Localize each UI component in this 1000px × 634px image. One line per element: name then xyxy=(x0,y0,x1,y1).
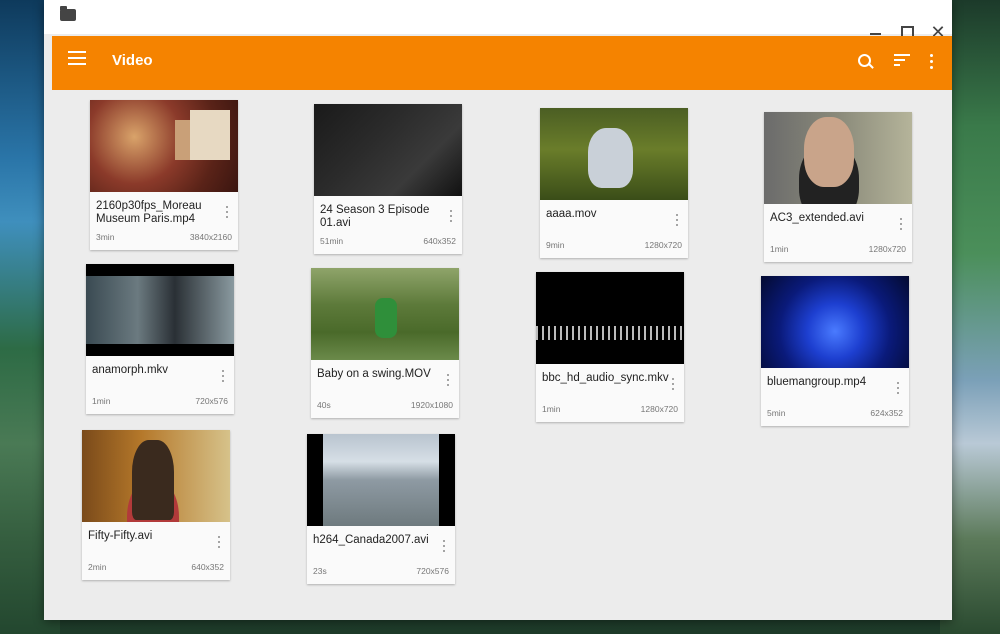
video-resolution: 1280x720 xyxy=(868,244,906,254)
page-title: Video xyxy=(112,52,153,69)
video-options-icon[interactable] xyxy=(218,536,222,550)
video-card[interactable]: bbc_hd_audio_sync.mkv 1min 1280x720 xyxy=(536,272,684,422)
video-card[interactable]: aaaa.mov 9min 1280x720 xyxy=(540,108,688,258)
video-thumbnail xyxy=(540,108,688,200)
video-card[interactable]: 24 Season 3 Episode 01.avi 51min 640x352 xyxy=(314,104,462,254)
video-duration: 1min xyxy=(92,396,111,406)
video-card[interactable]: Fifty-Fifty.avi 2min 640x352 xyxy=(82,430,230,580)
video-title: AC3_extended.avi xyxy=(770,212,864,224)
video-card[interactable]: 2160p30fps_Moreau Museum Paris.mp4 3min … xyxy=(90,100,238,250)
video-resolution: 1280x720 xyxy=(640,404,678,414)
video-thumbnail xyxy=(86,264,234,356)
video-resolution: 624x352 xyxy=(870,408,903,418)
video-duration: 23s xyxy=(313,566,327,576)
video-title: bbc_hd_audio_sync.mkv xyxy=(542,372,669,384)
video-title: h264_Canada2007.avi xyxy=(313,534,429,546)
video-thumbnail xyxy=(536,272,684,364)
video-title: Baby on a swing.MOV xyxy=(317,368,431,380)
video-card[interactable]: Baby on a swing.MOV 40s 1920x1080 xyxy=(311,268,459,418)
menu-icon[interactable] xyxy=(68,51,86,65)
video-card[interactable]: h264_Canada2007.avi 23s 720x576 xyxy=(307,434,455,584)
video-duration: 40s xyxy=(317,400,331,410)
more-vert-icon[interactable] xyxy=(930,54,934,70)
video-options-icon[interactable] xyxy=(672,378,676,392)
video-options-icon[interactable] xyxy=(447,374,451,388)
video-title: bluemangroup.mp4 xyxy=(767,376,867,388)
folder-icon xyxy=(60,6,76,21)
search-icon[interactable] xyxy=(858,54,872,68)
video-thumbnail xyxy=(90,100,238,192)
video-resolution: 1920x1080 xyxy=(410,400,453,410)
video-resolution: 720x576 xyxy=(195,396,228,406)
video-card[interactable]: AC3_extended.avi 1min 1280x720 xyxy=(764,112,912,262)
video-resolution: 3840x2160 xyxy=(189,232,232,242)
video-duration: 5min xyxy=(767,408,786,418)
sort-icon[interactable] xyxy=(894,54,910,68)
video-options-icon[interactable] xyxy=(226,206,230,220)
video-thumbnail xyxy=(761,276,909,368)
video-card[interactable]: bluemangroup.mp4 5min 624x352 xyxy=(761,276,909,426)
video-title: anamorph.mkv xyxy=(92,364,169,376)
video-duration: 9min xyxy=(546,240,565,250)
video-resolution: 720x576 xyxy=(416,566,449,576)
app-window: ✕ Video 2160p30fps_Moreau Museum Paris.m… xyxy=(44,0,952,620)
video-thumbnail xyxy=(307,434,455,526)
video-options-icon[interactable] xyxy=(443,540,447,554)
video-thumbnail xyxy=(311,268,459,360)
video-options-icon[interactable] xyxy=(222,370,226,384)
window-titlebar: ✕ xyxy=(44,0,952,42)
video-options-icon[interactable] xyxy=(450,210,454,224)
video-options-icon[interactable] xyxy=(676,214,680,228)
video-resolution: 1280x720 xyxy=(644,240,682,250)
video-title: Fifty-Fifty.avi xyxy=(88,530,153,542)
video-options-icon[interactable] xyxy=(900,218,904,232)
video-duration: 51min xyxy=(320,236,344,246)
video-title: 2160p30fps_Moreau Museum Paris.mp4 xyxy=(96,200,202,225)
video-card[interactable]: anamorph.mkv 1min 720x576 xyxy=(86,264,234,414)
video-duration: 1min xyxy=(770,244,789,254)
video-duration: 3min xyxy=(96,232,115,242)
video-resolution: 640x352 xyxy=(423,236,456,246)
video-thumbnail xyxy=(314,104,462,196)
video-title: 24 Season 3 Episode 01.avi xyxy=(320,204,430,229)
video-thumbnail xyxy=(764,112,912,204)
video-duration: 2min xyxy=(88,562,107,572)
video-title: aaaa.mov xyxy=(546,208,597,220)
video-options-icon[interactable] xyxy=(897,382,901,396)
video-resolution: 640x352 xyxy=(191,562,224,572)
video-thumbnail xyxy=(82,430,230,522)
video-duration: 1min xyxy=(542,404,561,414)
app-toolbar: Video xyxy=(52,36,952,90)
